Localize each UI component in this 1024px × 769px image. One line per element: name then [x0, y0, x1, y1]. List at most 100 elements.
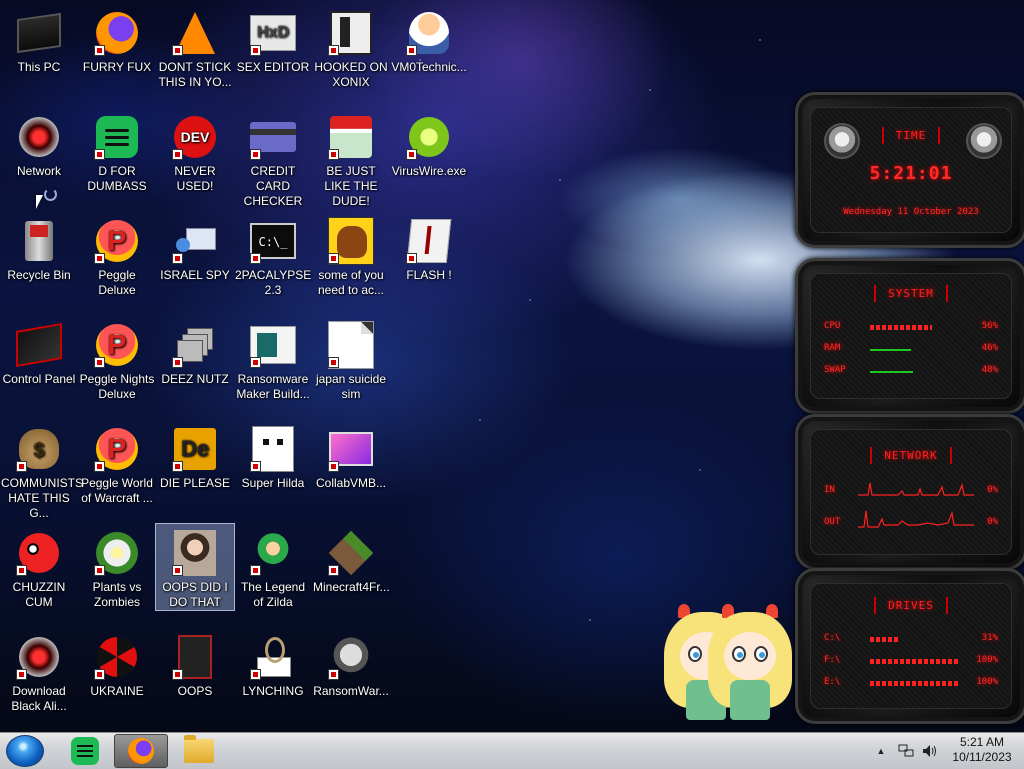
desktop-icon-vlc-cone[interactable]: DONT STICK THIS IN YO...	[156, 4, 234, 90]
desktop-icon-label: The Legend of Zilda	[240, 580, 306, 609]
volume-icon[interactable]	[920, 733, 940, 769]
desktop-icon-lime[interactable]: VirusWire.exe	[390, 108, 468, 179]
desktop-icon-doctor[interactable]: VM0Technic...	[390, 4, 468, 75]
desktop-icon-label: COMMUNISTS HATE THIS G...	[1, 476, 83, 520]
time-gadget-title: TIME	[798, 127, 1024, 144]
desktop-icon-label: This PC	[17, 60, 61, 74]
desktop-icon-label: RansomWar...	[313, 684, 389, 698]
taskbar-spotify-button[interactable]	[58, 734, 112, 768]
shortcut-arrow-icon	[250, 565, 261, 576]
desktop-icon-spy-screen[interactable]: ISRAEL SPY	[156, 212, 234, 283]
shortcut-arrow-icon	[172, 149, 183, 160]
desktop-icon-santa[interactable]: BE JUST LIKE THE DUDE!	[312, 108, 390, 209]
desktop-icon-terminal[interactable]: C:\_ 2PACALYPSE 2.3	[234, 212, 312, 298]
alien-download-icon	[16, 634, 62, 680]
shortcut-arrow-icon	[94, 461, 105, 472]
desktop-icon-label: BE JUST LIKE THE DUDE!	[324, 164, 378, 208]
drives-gadget[interactable]: DRIVES C:\ 31% F:\ 100% E:\ 100%	[795, 568, 1024, 724]
desktop-icon-peggle-nights[interactable]: P Peggle Nights Deluxe	[78, 316, 156, 402]
desktop-icon-chuzzle[interactable]: CHUZZIN CUM	[0, 524, 78, 610]
devcpp-icon: DEV	[172, 114, 218, 160]
desktop-icon-skull[interactable]: RansomWar...	[312, 628, 390, 699]
desktop-icon-peggle[interactable]: P Peggle Deluxe	[78, 212, 156, 298]
peggle-icon: P	[94, 218, 140, 264]
shortcut-arrow-icon	[328, 565, 339, 576]
computer-icon	[16, 10, 62, 56]
desktop-icon-money-bag[interactable]: $ COMMUNISTS HATE THIS G...	[0, 420, 83, 521]
desktop-icon-collabvm[interactable]: CollabVMB...	[312, 420, 390, 491]
desktop-icon-portrait[interactable]: OOPS DID I DO THAT	[155, 523, 235, 611]
desktop-icon-hxd[interactable]: HxD SEX EDITOR	[234, 4, 312, 75]
dog-icon	[328, 217, 374, 265]
desktop-icon-label: D FOR DUMBASS	[87, 164, 147, 193]
desktop-icon-alien-network[interactable]: Network	[0, 108, 78, 179]
desktop-icon-label: OOPS DID I DO THAT	[162, 580, 228, 609]
system-row-swap: SWAP 48%	[824, 365, 998, 375]
firefox-icon	[128, 738, 154, 764]
desktop-icon-control-panel[interactable]: Control Panel	[0, 316, 78, 387]
network-gadget[interactable]: NETWORK IN 0% OUT 0%	[795, 414, 1024, 570]
network-out-graph	[858, 510, 974, 528]
desktop-icon-plants-vs-zombies[interactable]: Plants vs Zombies	[78, 524, 156, 610]
desktop-icon-document[interactable]: japan suicide sim	[312, 316, 390, 402]
taskbar-clock[interactable]: 5:21 AM 10/11/2023	[942, 735, 1022, 765]
collabvm-icon	[328, 426, 374, 472]
start-orb-icon[interactable]	[6, 735, 44, 767]
desktop-icon-flash[interactable]: FLASH !	[390, 212, 468, 283]
shortcut-arrow-icon	[250, 149, 261, 160]
desktop-icon-zilda[interactable]: The Legend of Zilda	[234, 524, 312, 610]
shortcut-arrow-icon	[172, 45, 183, 56]
system-row-ram: RAM 46%	[824, 343, 998, 353]
shortcut-arrow-icon	[328, 669, 339, 680]
shortcut-arrow-icon	[250, 45, 261, 56]
desktop-icon-label: DONT STICK THIS IN YO...	[158, 60, 232, 89]
show-hidden-icon[interactable]: ▲	[872, 733, 890, 769]
santa-icon	[328, 114, 374, 160]
time-gadget[interactable]: TIME 5:21:01 Wednesday 11 October 2023	[795, 92, 1024, 248]
desktop-icon-label: Peggle Deluxe	[98, 268, 136, 297]
plants-vs-zombies-icon	[94, 530, 140, 576]
desktop-icon-hilda[interactable]: Super Hilda	[234, 420, 312, 491]
desktop-icon-devcpp[interactable]: DEV NEVER USED!	[156, 108, 234, 194]
shortcut-arrow-icon	[172, 565, 183, 576]
desktop-icon-alien-download[interactable]: Download Black Ali...	[0, 628, 78, 714]
system-row-cpu: CPU 56%	[824, 321, 998, 331]
desktop-icon-dog[interactable]: some of you need to ac...	[312, 212, 390, 298]
taskbar: ▲ 5:21 AM 10/11/2023	[0, 732, 1024, 769]
desktop-icon-label: VM0Technic...	[391, 60, 467, 74]
drives-gadget-title: DRIVES	[798, 597, 1024, 614]
taskbar-firefox-button[interactable]	[114, 734, 168, 768]
desktop-icon-ransomware-maker[interactable]: Ransomware Maker Build...	[234, 316, 312, 402]
desktop-icon-lynching[interactable]: LYNCHING	[234, 628, 312, 699]
desktop-icon-computer[interactable]: This PC	[0, 4, 78, 75]
shortcut-arrow-icon	[94, 565, 105, 576]
taskbar-file-explorer-button[interactable]	[172, 734, 226, 768]
desktop-icon-firefox[interactable]: FURRY FUX	[78, 4, 156, 75]
clock-time: 5:21 AM	[959, 735, 1005, 749]
chuzzle-icon	[16, 530, 62, 576]
desktop-icon-recycle-bin[interactable]: Recycle Bin	[0, 212, 78, 283]
desktop-icon-radiation[interactable]: UKRAINE	[78, 628, 156, 699]
desktop-icon-minecraft[interactable]: Minecraft4Fr...	[312, 524, 390, 595]
peggle-nights-icon: P	[94, 322, 140, 368]
desktop-icon-oops[interactable]: OOPS	[156, 628, 234, 699]
shortcut-arrow-icon	[250, 461, 261, 472]
desktop-icon-spotify[interactable]: D FOR DUMBASS	[78, 108, 156, 194]
desktop-icon-credit-card[interactable]: CREDIT CARD CHECKER	[234, 108, 312, 209]
hilda-icon	[250, 426, 296, 472]
desktop-icon-label: OOPS	[177, 684, 213, 698]
zilda-icon	[250, 530, 296, 576]
document-icon	[328, 321, 374, 369]
shortcut-arrow-icon	[172, 253, 183, 264]
system-gadget[interactable]: SYSTEM CPU 56% RAM 46% SWAP 48%	[795, 258, 1024, 414]
desktop-icon-peggle-wow[interactable]: P Peggle World of Warcraft ...	[78, 420, 156, 506]
desktop-icon-label: Peggle Nights Deluxe	[79, 372, 155, 401]
drive-row-c: C:\ 31%	[824, 633, 998, 643]
desktop[interactable]: This PC Network Recycle Bin Control Panel $ C…	[0, 0, 1024, 732]
desktop-icon-stacked-windows[interactable]: DEEZ NUTZ	[156, 316, 234, 387]
desktop-icon-de[interactable]: De DIE PLEASE	[156, 420, 234, 491]
network-icon[interactable]	[896, 733, 916, 769]
system-gadget-title: SYSTEM	[798, 285, 1024, 302]
network-gadget-title: NETWORK	[798, 447, 1024, 464]
desktop-icon-xonix[interactable]: HOOKED ON XONIX	[312, 4, 390, 90]
